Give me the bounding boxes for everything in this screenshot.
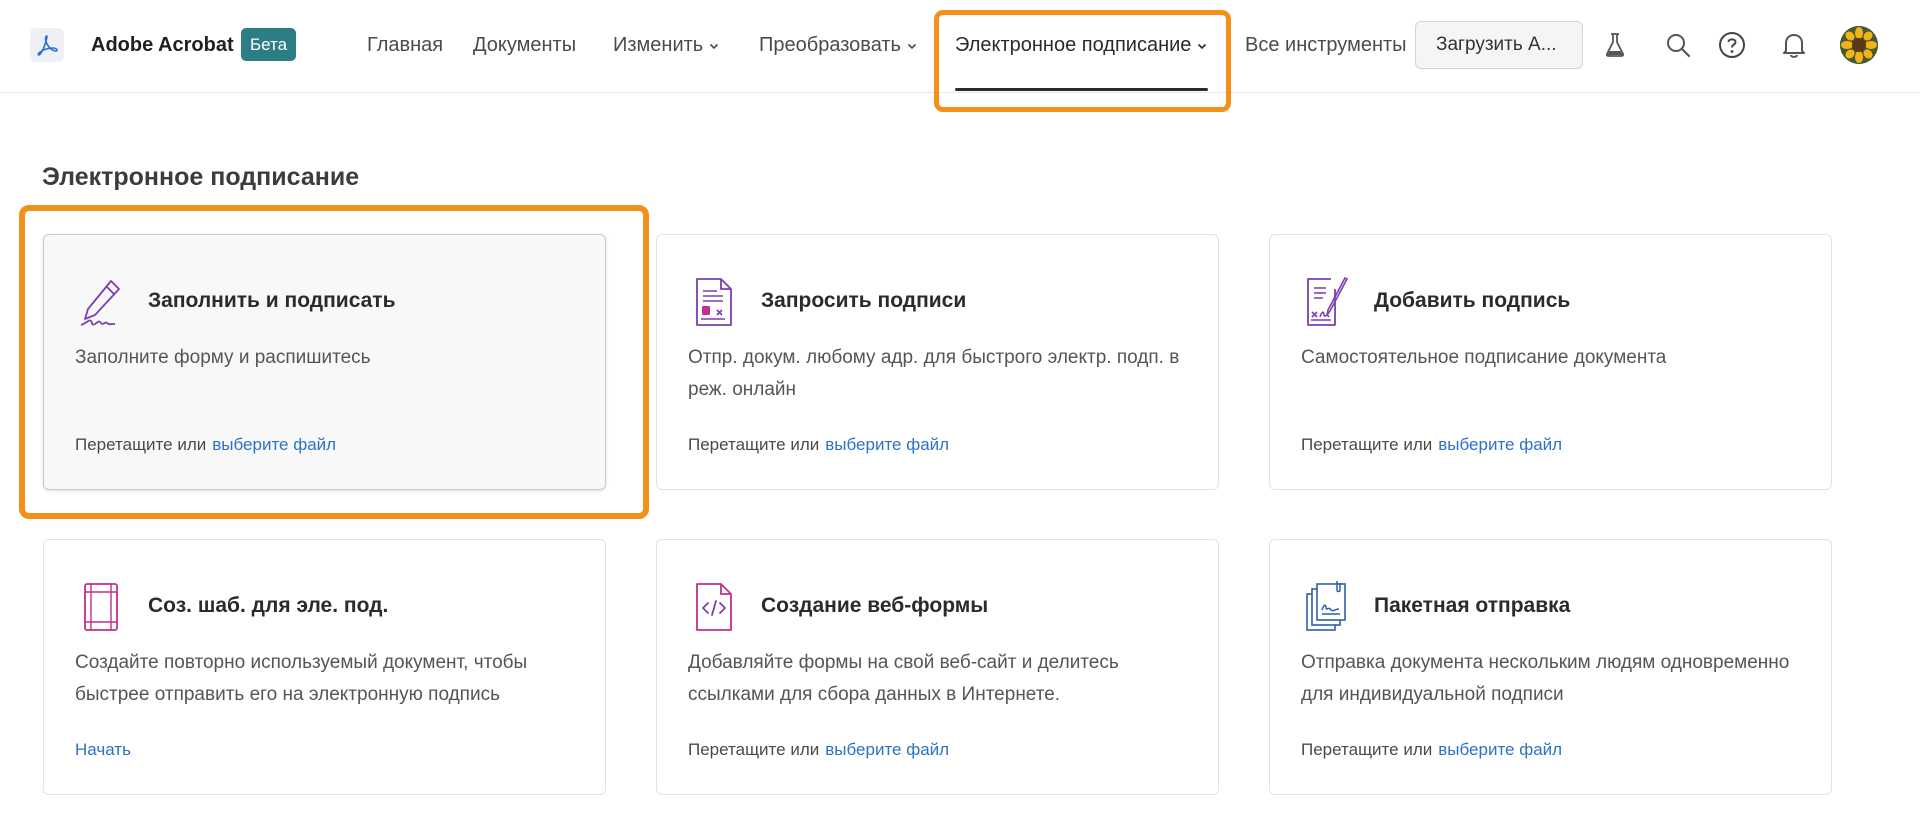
search-icon[interactable] [1662,29,1694,61]
card-title: Создание веб-формы [761,594,989,617]
nav-convert[interactable]: Преобразовать [759,34,917,57]
card-title: Пакетная отправка [1374,594,1571,617]
choose-file-link[interactable]: выберите файл [825,740,949,759]
section-title: Электронное подписание [42,163,360,191]
nav-edit-label: Изменить [613,34,704,56]
notifications-bell-icon[interactable] [1778,29,1810,61]
nav-home[interactable]: Главная [367,34,443,57]
card-footer: Перетащите или выберите файл [688,740,949,760]
card-title: Запросить подписи [761,289,967,312]
tool-card-add-signature[interactable]: Добавить подпись Самостоятельное подписа… [1269,234,1832,490]
top-bar: Adobe Acrobat Бета Главная Документы Изм… [0,0,1920,112]
choose-file-link[interactable]: выберите файл [825,435,949,454]
avatar-sunflower-image [1840,26,1878,64]
app-name: Adobe Acrobat [91,34,234,56]
nav-home-label: Главная [367,34,444,56]
card-description: Создайте повторно используемый документ,… [75,652,528,705]
tool-card-web-form[interactable]: Создание веб-формы Добавляйте формы на с… [656,539,1219,795]
beta-badge: Бета [241,28,297,61]
drag-hint: Перетащите или [1301,435,1433,454]
chevron-down-icon [907,43,917,49]
drag-hint: Перетащите или [1301,740,1433,759]
nav-highlight-box [934,10,1231,112]
card-description: Отправка документа нескольким людям одно… [1301,652,1790,705]
nav-all-tools[interactable]: Все инструменты [1245,34,1407,57]
help-glyph [1719,32,1745,58]
choose-file-link[interactable]: выберите файл [1438,740,1562,759]
bulk-send-icon [1306,581,1346,631]
bell-glyph [1783,34,1805,58]
tool-card-request-signatures[interactable]: Запросить подписи Отпр. докум. любому ад… [656,234,1219,490]
tool-card-bulk-send[interactable]: Пакетная отправка Отправка документа нес… [1269,539,1832,795]
card-description: Отпр. докум. любому адр. для быстрого эл… [688,347,1180,400]
request-signatures-icon [696,278,732,326]
acrobat-symbol [37,35,58,56]
nav-edit[interactable]: Изменить [613,34,719,57]
flask-glyph [1605,33,1625,57]
card-title: Добавить подпись [1374,289,1571,312]
template-icon [84,583,118,631]
add-signature-icon [1307,276,1349,326]
tool-card-create-template[interactable]: Соз. шаб. для эле. под. Создайте повторн… [43,539,606,795]
search-glyph [1667,34,1691,58]
drag-hint: Перетащите или [688,435,820,454]
nav-documents-label: Документы [473,34,577,56]
user-avatar[interactable] [1840,26,1878,64]
drag-hint: Перетащите или [688,740,820,759]
card-title: Соз. шаб. для эле. под. [148,594,389,617]
nav-all-tools-label: Все инструменты [1245,34,1407,56]
card-description: Добавляйте формы на свой веб-сайт и дели… [688,652,1119,705]
card-footer: Перетащите или выберите файл [1301,740,1562,760]
chevron-down-icon [710,43,719,49]
start-link[interactable]: Начать [75,740,131,760]
labs-flask-icon[interactable] [1599,29,1631,61]
nav-convert-label: Преобразовать [759,34,901,56]
nav-documents[interactable]: Документы [473,34,576,57]
upload-button[interactable]: Загрузить А... [1415,21,1583,69]
card-description: Самостоятельное подписание документа [1301,347,1667,368]
acrobat-logo-icon[interactable] [30,28,64,62]
card-highlight-box [19,205,649,519]
card-footer: Перетащите или выберите файл [688,435,949,455]
web-form-icon [696,583,732,631]
choose-file-link[interactable]: выберите файл [1438,435,1562,454]
card-footer: Перетащите или выберите файл [1301,435,1562,455]
help-icon[interactable] [1716,29,1748,61]
